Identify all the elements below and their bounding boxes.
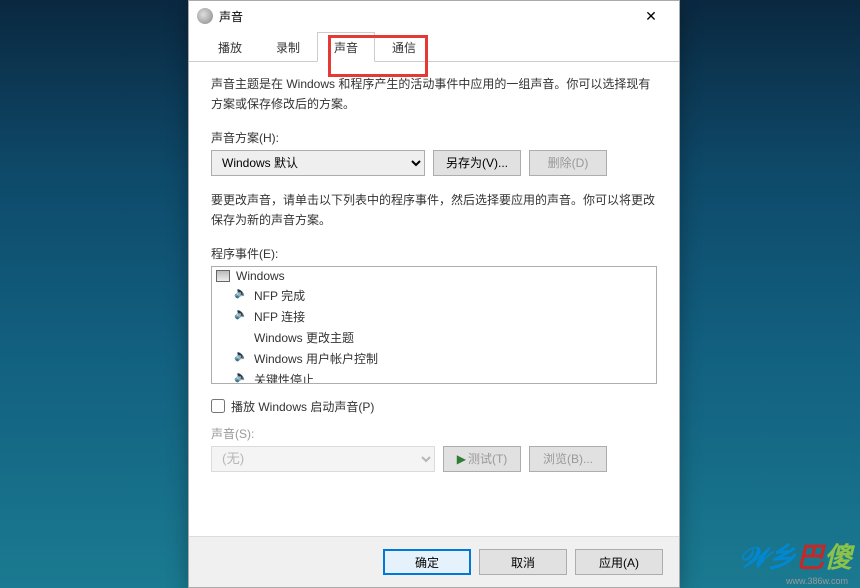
- speaker-icon: [236, 310, 248, 322]
- list-item-label: NFP 连接: [254, 308, 305, 325]
- list-item-label: 关键性停止: [254, 371, 314, 384]
- dialog-footer: 确定 取消 应用(A): [189, 536, 679, 587]
- intro-text: 声音主题是在 Windows 和程序产生的活动事件中应用的一组声音。你可以选择现…: [211, 74, 657, 115]
- tab-sounds[interactable]: 声音: [317, 32, 375, 62]
- sound-label: 声音(S):: [211, 425, 657, 442]
- play-icon: ▶: [457, 452, 466, 466]
- tab-playback[interactable]: 播放: [201, 32, 259, 62]
- sound-file-dropdown: (无): [211, 446, 435, 472]
- sound-scheme-dropdown[interactable]: Windows 默认: [211, 150, 425, 176]
- events-label: 程序事件(E):: [211, 245, 657, 262]
- tab-communications[interactable]: 通信: [375, 32, 433, 62]
- watermark-logo: 𝒲乡巴傻: [739, 536, 852, 576]
- save-as-button[interactable]: 另存为(V)...: [433, 150, 521, 176]
- test-button: ▶测试(T): [443, 446, 521, 472]
- speaker-icon: [236, 289, 248, 301]
- scheme-label: 声音方案(H):: [211, 129, 657, 146]
- list-item-label: Windows 用户帐户控制: [254, 350, 378, 367]
- app-icon: [197, 8, 213, 24]
- close-button[interactable]: ✕: [631, 2, 671, 30]
- watermark-url: www.386w.com: [786, 576, 848, 586]
- list-item[interactable]: Windows 更改主题: [212, 327, 656, 348]
- list-item[interactable]: NFP 连接: [212, 306, 656, 327]
- startup-sound-label: 播放 Windows 启动声音(P): [231, 398, 374, 415]
- window-title: 声音: [219, 8, 631, 25]
- tab-recording[interactable]: 录制: [259, 32, 317, 62]
- browse-button: 浏览(B)...: [529, 446, 607, 472]
- list-item-label: NFP 完成: [254, 287, 305, 304]
- list-item[interactable]: Windows: [212, 267, 656, 285]
- speaker-icon: [236, 373, 248, 384]
- list-item-label: Windows 更改主题: [254, 329, 354, 346]
- ok-button[interactable]: 确定: [383, 549, 471, 575]
- list-item-label: Windows: [236, 269, 285, 283]
- speaker-icon: [236, 352, 248, 364]
- apply-button[interactable]: 应用(A): [575, 549, 663, 575]
- tab-strip: 播放 录制 声音 通信: [189, 31, 679, 62]
- tab-content: 声音主题是在 Windows 和程序产生的活动事件中应用的一组声音。你可以选择现…: [189, 62, 679, 536]
- system-icon: [216, 270, 230, 282]
- cancel-button[interactable]: 取消: [479, 549, 567, 575]
- list-item[interactable]: NFP 完成: [212, 285, 656, 306]
- delete-button: 删除(D): [529, 150, 607, 176]
- program-events-listbox[interactable]: Windows NFP 完成 NFP 连接 Windows 更改主题 Windo…: [211, 266, 657, 384]
- titlebar: 声音 ✕: [189, 1, 679, 31]
- startup-sound-checkbox[interactable]: [211, 399, 225, 413]
- list-item[interactable]: Windows 用户帐户控制: [212, 348, 656, 369]
- events-intro: 要更改声音，请单击以下列表中的程序事件，然后选择要应用的声音。你可以将更改保存为…: [211, 190, 657, 231]
- sound-dialog: 声音 ✕ 播放 录制 声音 通信 声音主题是在 Windows 和程序产生的活动…: [188, 0, 680, 588]
- list-item[interactable]: 关键性停止: [212, 369, 656, 384]
